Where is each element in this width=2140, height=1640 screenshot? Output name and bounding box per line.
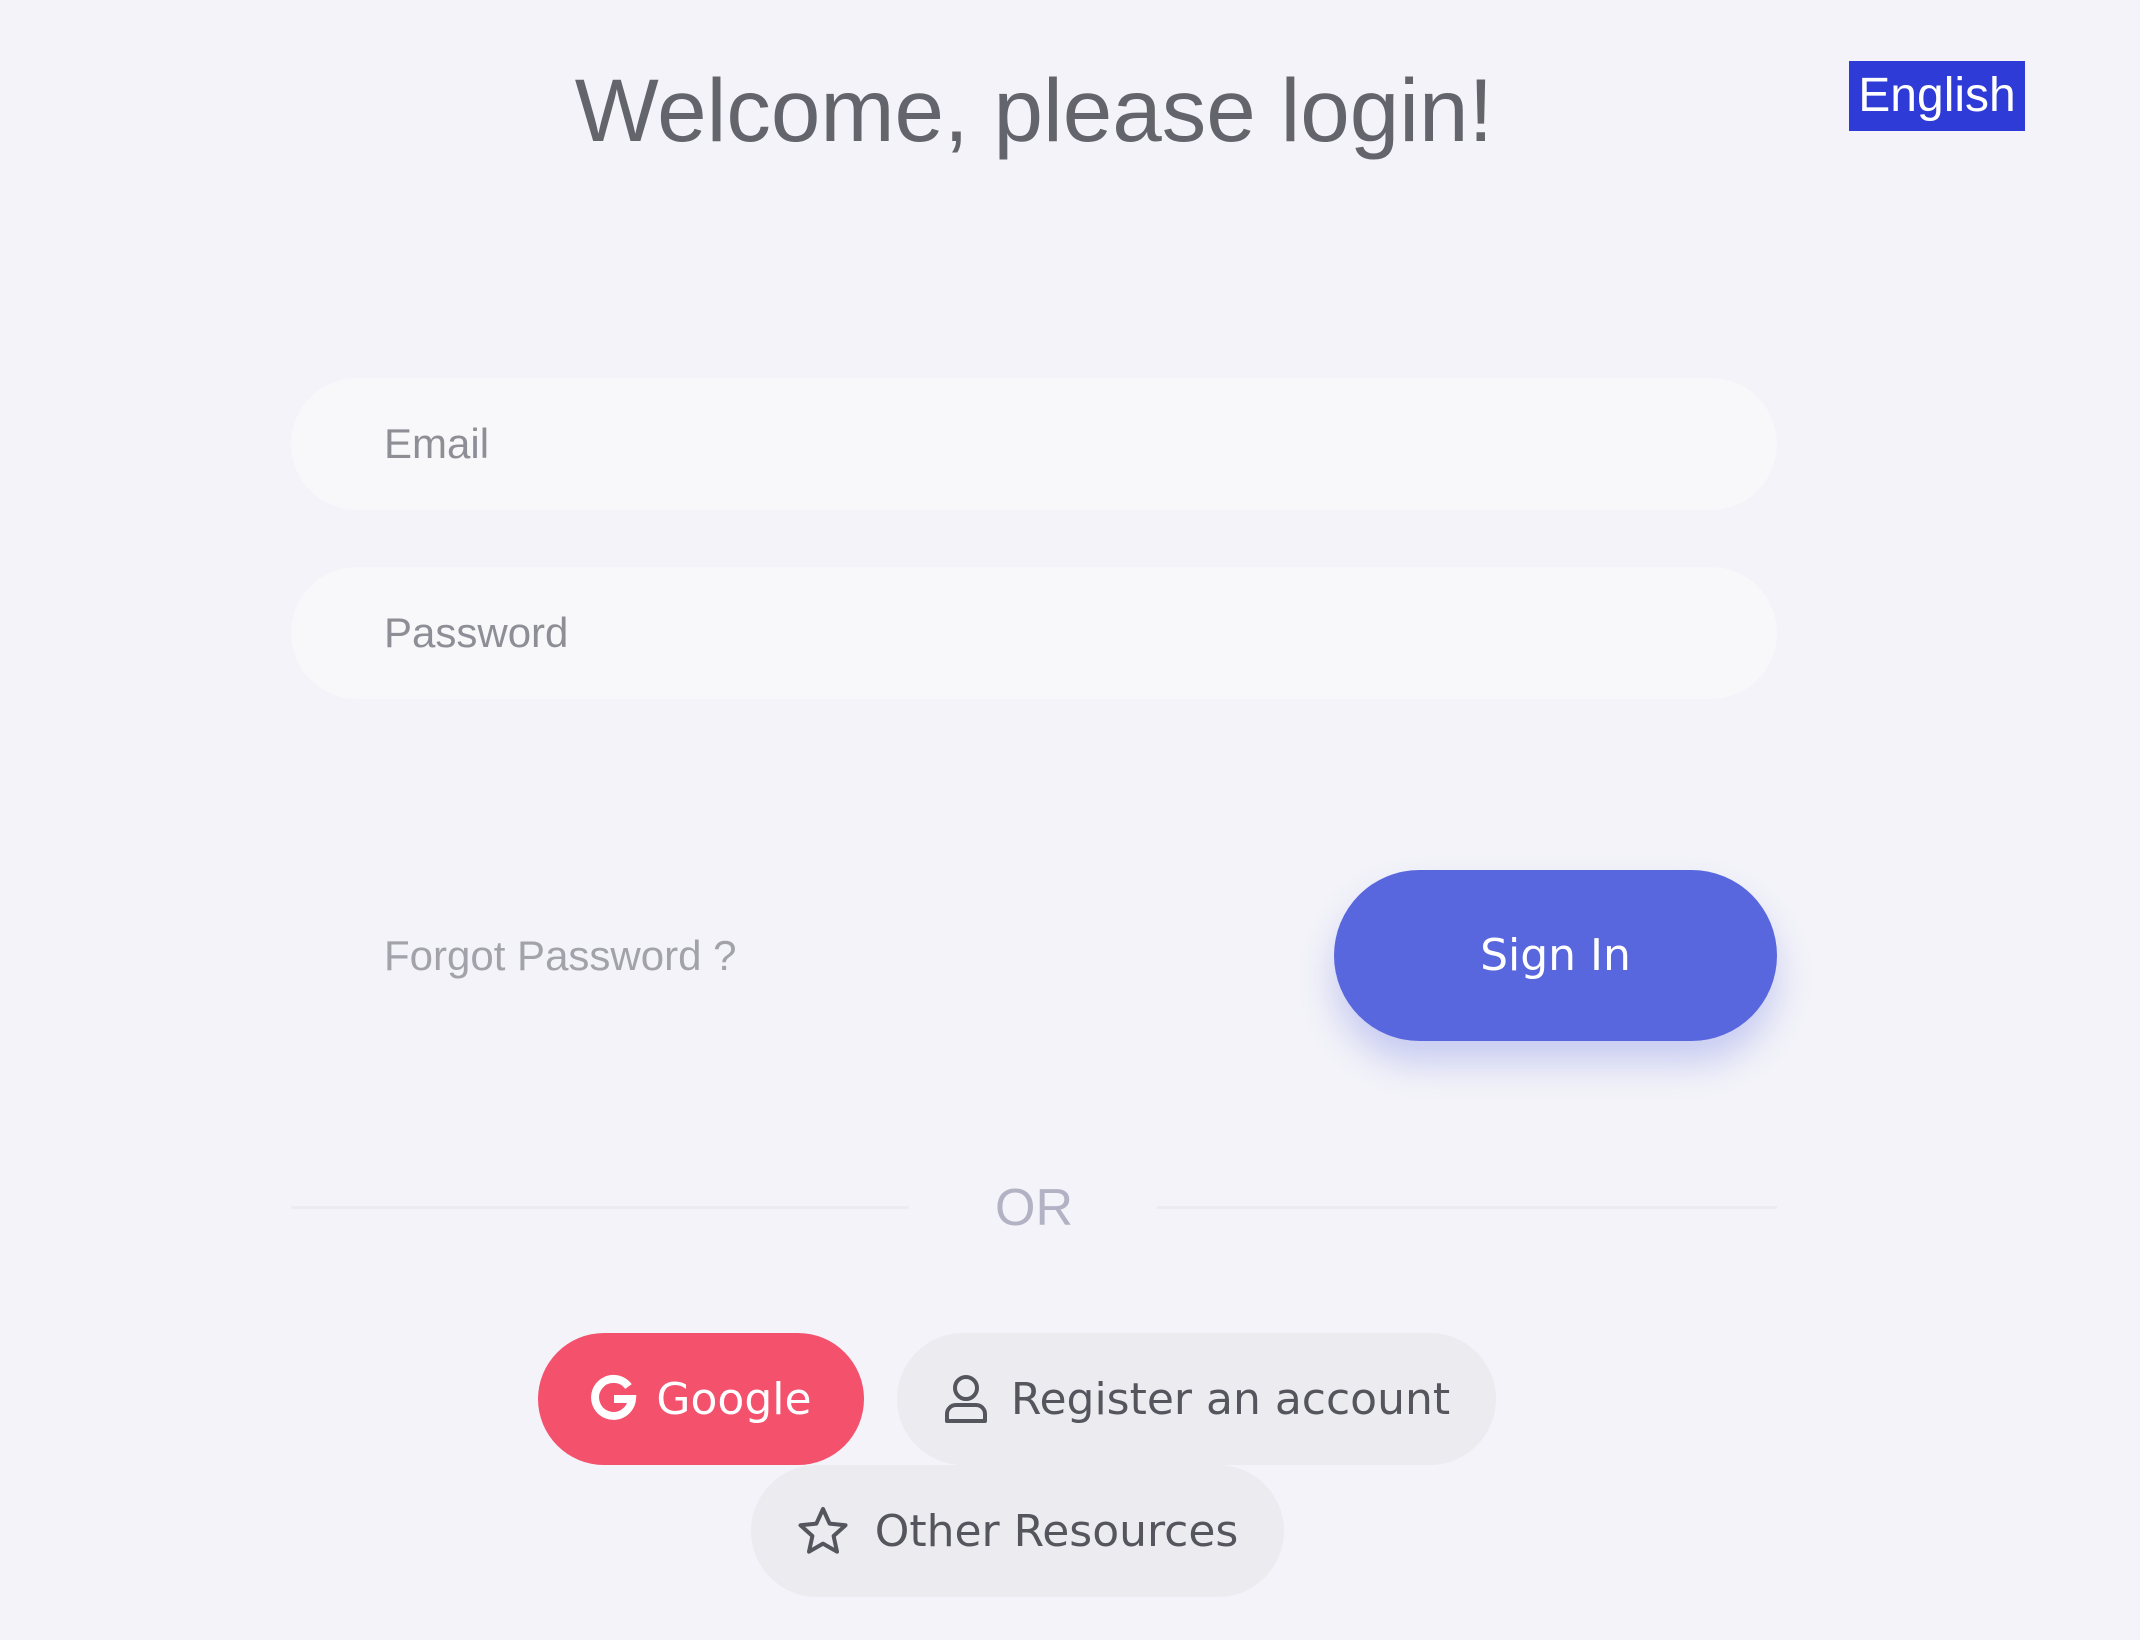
star-icon (797, 1506, 849, 1556)
google-login-button[interactable]: Google (538, 1333, 864, 1465)
password-field[interactable] (291, 567, 1777, 699)
google-button-label: Google (656, 1373, 812, 1425)
user-icon (943, 1373, 989, 1425)
register-account-button[interactable]: Register an account (897, 1333, 1496, 1465)
sign-in-button[interactable]: Sign In (1334, 870, 1777, 1041)
forgot-password-link[interactable]: Forgot Password ? (384, 928, 737, 984)
email-field[interactable] (291, 378, 1777, 510)
google-icon (590, 1374, 638, 1424)
divider-line-right (1157, 1206, 1777, 1209)
language-selector[interactable]: English (1849, 61, 2025, 131)
other-resources-label: Other Resources (874, 1505, 1239, 1557)
divider-line-left (291, 1206, 909, 1209)
other-resources-button[interactable]: Other Resources (751, 1465, 1284, 1597)
divider-label: OR (995, 1179, 1073, 1237)
register-button-label: Register an account (1010, 1373, 1451, 1425)
page-title: Welcome, please login! (574, 60, 1494, 160)
